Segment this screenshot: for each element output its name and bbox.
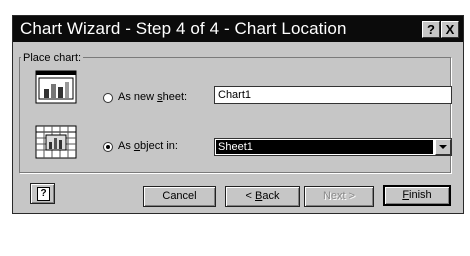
help-icon: ? [37,187,50,201]
chart-sheet-icon [35,70,77,104]
new-sheet-label-post: heet: [162,91,188,103]
new-sheet-label[interactable]: As new sheet: [118,91,187,104]
embedded-chart-icon [35,125,77,159]
finish-button[interactable]: Finish [383,185,451,206]
cancel-button[interactable]: Cancel [143,186,216,207]
title-close-button[interactable]: X [441,21,459,38]
selected-sheet-value: Sheet1 [216,140,433,154]
as-object-label-post: bject in: [140,140,178,152]
help-button[interactable]: ? [30,183,55,204]
as-object-label[interactable]: As object in: [118,140,178,153]
new-sheet-radio[interactable] [103,93,113,103]
new-sheet-name-input[interactable]: Chart1 [214,86,452,104]
as-object-radio[interactable] [103,142,113,152]
new-sheet-label-pre: As new [118,91,158,103]
as-object-label-pre: As [118,140,134,152]
next-button[interactable]: Next > [304,186,374,207]
back-label-post: ack [262,190,280,202]
chevron-down-icon[interactable] [435,139,451,155]
back-label-pre: < [245,190,255,202]
title-bar[interactable]: Chart Wizard - Step 4 of 4 - Chart Locat… [13,16,463,42]
finish-label-post: inish [409,189,432,201]
window-title: Chart Wizard - Step 4 of 4 - Chart Locat… [20,19,347,38]
as-object-sheet-select[interactable]: Sheet1 [214,138,452,156]
title-help-button[interactable]: ? [422,21,440,38]
place-chart-label: Place chart: [21,51,84,65]
back-button[interactable]: < Back [225,186,300,207]
